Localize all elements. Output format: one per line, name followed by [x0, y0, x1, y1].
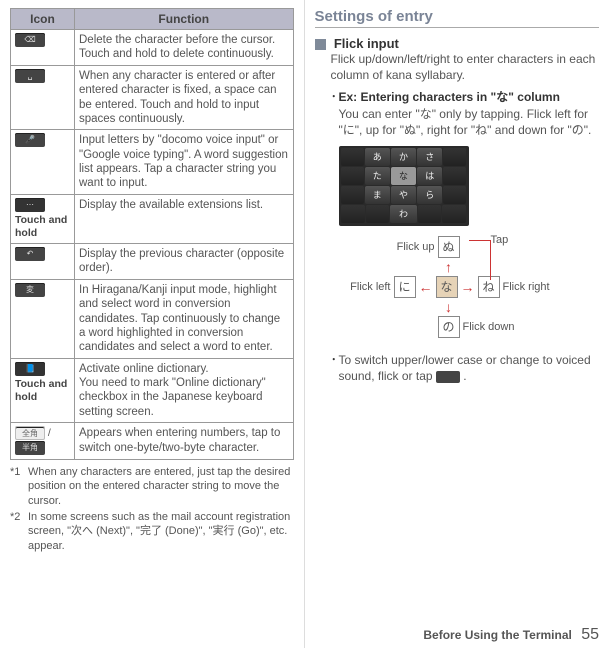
kbd-side-key: [442, 205, 466, 223]
footnotes: *1 When any characters are entered, just…: [10, 465, 294, 553]
flick-desc: Flick up/down/left/right to enter charac…: [331, 51, 600, 83]
example-title: Ex: Entering characters in "な" column: [339, 89, 600, 105]
switch-case-text: To switch upper/lower case or change to …: [339, 352, 600, 384]
func-text: In Hiragana/Kanji input mode, highlight …: [75, 279, 294, 358]
table-row: 📘 Touch and hold Activate online diction…: [11, 358, 294, 423]
convert-key-icon: 変: [15, 283, 45, 297]
delete-key-icon: ⌫: [15, 33, 45, 47]
table-row: ⌫ Delete the character before the cursor…: [11, 30, 294, 66]
th-function: Function: [75, 9, 294, 30]
square-bullet-icon: [315, 39, 326, 50]
flick-center-char: な: [436, 276, 458, 298]
flick-down-char: の: [438, 316, 460, 338]
switch-case-prefix: To switch upper/lower case or change to …: [339, 353, 591, 383]
kbd-key: わ: [390, 205, 416, 223]
kbd-side-key: [341, 186, 364, 204]
func-text: Input letters by "docomo voice input" or…: [75, 130, 294, 195]
flick-down-label: Flick down: [461, 321, 531, 333]
footnote-text: When any characters are entered, just ta…: [28, 465, 294, 508]
arrow-left-icon: ←: [417, 276, 435, 298]
table-row: 全角 / 半角 Appears when entering numbers, t…: [11, 423, 294, 460]
kbd-side-key: [443, 167, 466, 185]
kbd-key: は: [417, 167, 442, 185]
func-text: Display the available extensions list.: [75, 194, 294, 243]
prev-char-key-icon: ↶: [15, 247, 45, 261]
dictionary-key-icon: 📘: [15, 362, 45, 376]
th-icon: Icon: [11, 9, 75, 30]
func-text: Display the previous character (opposite…: [75, 244, 294, 280]
section-title: Settings of entry: [315, 8, 600, 28]
table-row: 変 In Hiragana/Kanji input mode, highligh…: [11, 279, 294, 358]
kbd-key-highlighted: な: [391, 167, 416, 185]
table-row: ␣ When any character is entered or after…: [11, 65, 294, 130]
voice-key-icon: 🎤: [15, 133, 45, 147]
footnote-mark: *2: [10, 510, 28, 553]
flick-right-label: Flick right: [501, 281, 551, 293]
flick-diagram: Tap Flick up ぬ ↑ Flick left に ← な → ね Fl…: [339, 234, 559, 340]
tap-label: Tap: [491, 234, 509, 246]
table-row: 🎤 Input letters by "docomo voice input" …: [11, 130, 294, 195]
kbd-side-key: [443, 148, 466, 166]
func-text: Appears when entering numbers, tap to sw…: [75, 423, 294, 460]
bullet-icon: ･: [331, 89, 339, 138]
flick-up-label: Flick up: [367, 241, 437, 253]
example-body: You can enter "な" only by tapping. Flick…: [339, 106, 600, 138]
flick-left-char: に: [394, 276, 416, 298]
footnote-text: In some screens such as the mail account…: [28, 510, 294, 553]
icon-function-table: Icon Function ⌫ Delete the character bef…: [10, 8, 294, 460]
func-text: Delete the character before the cursor. …: [75, 30, 294, 66]
flick-input-heading: Flick input: [334, 36, 399, 51]
table-row: ↶ Display the previous character (opposi…: [11, 244, 294, 280]
byte-key-icon-2: 半角: [15, 441, 45, 455]
touch-hold-label: Touch and hold: [15, 214, 70, 240]
footer-section: Before Using the Terminal: [423, 628, 571, 642]
touch-hold-label: Touch and hold: [15, 378, 70, 404]
kbd-side-key: [366, 205, 390, 223]
tap-pointer-line: [469, 240, 491, 280]
kbd-key: ま: [365, 186, 390, 204]
flick-up-char: ぬ: [438, 236, 460, 258]
arrow-up-icon: ↑: [438, 259, 460, 275]
kbd-key: あ: [365, 148, 390, 166]
page-footer: Before Using the Terminal 55: [423, 626, 599, 644]
footnote-mark: *1: [10, 465, 28, 508]
kbd-key: ら: [417, 186, 442, 204]
kbd-side-key: [341, 148, 364, 166]
byte-key-icon-1: 全角: [15, 426, 45, 440]
kbd-side-key: [341, 205, 365, 223]
bullet-icon: ･: [331, 352, 339, 384]
keyboard-preview: あ か さ た な は ま や ら わ: [339, 146, 469, 226]
kbd-key: さ: [417, 148, 442, 166]
extensions-key-icon: ⋯: [15, 198, 45, 212]
func-text: When any character is entered or after e…: [75, 65, 294, 130]
arrow-down-icon: ↓: [438, 299, 460, 315]
kbd-key: た: [365, 167, 390, 185]
table-row: ⋯ Touch and hold Display the available e…: [11, 194, 294, 243]
kbd-side-key: [341, 167, 364, 185]
func-text: Activate online dictionary. You need to …: [75, 358, 294, 423]
kbd-side-key: [443, 186, 466, 204]
flick-input-block: Flick input Flick up/down/left/right to …: [315, 36, 600, 384]
space-key-icon: ␣: [15, 69, 45, 83]
kbd-key: や: [391, 186, 416, 204]
kbd-side-key: [418, 205, 442, 223]
page-number: 55: [581, 626, 599, 643]
flick-left-label: Flick left: [347, 281, 393, 293]
case-key-icon: [436, 371, 460, 383]
kbd-key: か: [391, 148, 416, 166]
